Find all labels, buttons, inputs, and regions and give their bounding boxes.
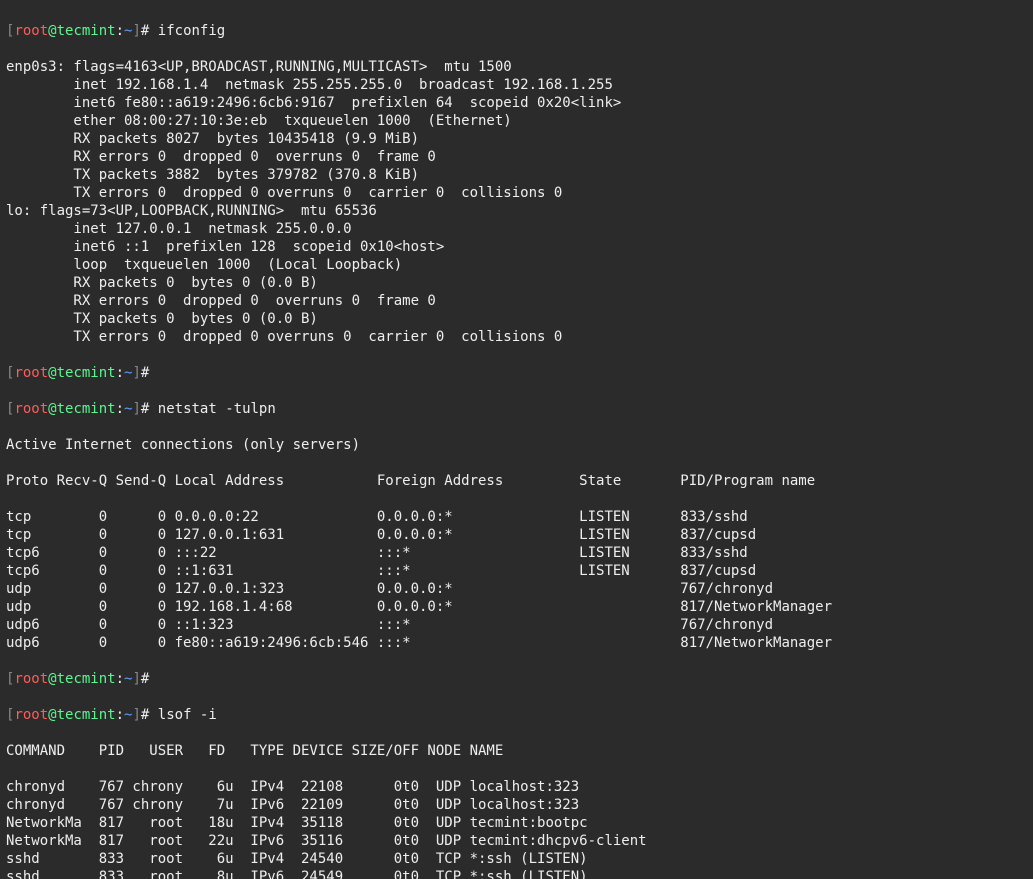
ifconfig-line: TX errors 0 dropped 0 overruns 0 carrier… bbox=[6, 184, 1027, 202]
ifconfig-line: ether 08:00:27:10:3e:eb txqueuelen 1000 … bbox=[6, 112, 1027, 130]
lsof-row: chronyd 767 chrony 6u IPv4 22108 0t0 UDP… bbox=[6, 778, 1027, 796]
ifconfig-line: RX packets 8027 bytes 10435418 (9.9 MiB) bbox=[6, 130, 1027, 148]
netstat-row: udp 0 0 127.0.0.1:323 0.0.0.0:* 767/chro… bbox=[6, 580, 1027, 598]
ifconfig-line: enp0s3: flags=4163<UP,BROADCAST,RUNNING,… bbox=[6, 58, 1027, 76]
prompt-at: @ bbox=[48, 23, 56, 39]
ifconfig-line: TX errors 0 dropped 0 overruns 0 carrier… bbox=[6, 328, 1027, 346]
command-lsof: lsof -i bbox=[158, 707, 217, 723]
netstat-row: udp6 0 0 fe80::a619:2496:6cb:546 :::* 81… bbox=[6, 634, 1027, 652]
prompt-host: tecmint bbox=[57, 23, 116, 39]
netstat-row: tcp 0 0 127.0.0.1:631 0.0.0.0:* LISTEN 8… bbox=[6, 526, 1027, 544]
netstat-output: tcp 0 0 0.0.0.0:22 0.0.0.0:* LISTEN 833/… bbox=[6, 508, 1027, 652]
ifconfig-line: inet 192.168.1.4 netmask 255.255.255.0 b… bbox=[6, 76, 1027, 94]
lsof-row: sshd 833 root 8u IPv6 24549 0t0 TCP *:ss… bbox=[6, 868, 1027, 879]
ifconfig-line: inet6 fe80::a619:2496:6cb6:9167 prefixle… bbox=[6, 94, 1027, 112]
netstat-columns: Proto Recv-Q Send-Q Local Address Foreig… bbox=[6, 472, 1027, 490]
ifconfig-line: TX packets 3882 bytes 379782 (370.8 KiB) bbox=[6, 166, 1027, 184]
netstat-row: tcp6 0 0 ::1:631 :::* LISTEN 837/cupsd bbox=[6, 562, 1027, 580]
netstat-row: udp6 0 0 ::1:323 :::* 767/chronyd bbox=[6, 616, 1027, 634]
ifconfig-line: inet 127.0.0.1 netmask 255.0.0.0 bbox=[6, 220, 1027, 238]
ifconfig-line: RX packets 0 bytes 0 (0.0 B) bbox=[6, 274, 1027, 292]
prompt-user: root bbox=[14, 23, 48, 39]
command-netstat: netstat -tulpn bbox=[158, 401, 276, 417]
netstat-header: Active Internet connections (only server… bbox=[6, 436, 1027, 454]
prompt-line-3: [root@tecmint:~]# netstat -tulpn bbox=[6, 400, 1027, 418]
prompt-line-5: [root@tecmint:~]# lsof -i bbox=[6, 706, 1027, 724]
prompt-hash: # bbox=[141, 23, 158, 39]
prompt-line-1: [root@tecmint:~]# ifconfig bbox=[6, 22, 1027, 40]
lsof-columns: COMMAND PID USER FD TYPE DEVICE SIZE/OFF… bbox=[6, 742, 1027, 760]
ifconfig-line: TX packets 0 bytes 0 (0.0 B) bbox=[6, 310, 1027, 328]
ifconfig-line: lo: flags=73<UP,LOOPBACK,RUNNING> mtu 65… bbox=[6, 202, 1027, 220]
ifconfig-line: RX errors 0 dropped 0 overruns 0 frame 0 bbox=[6, 292, 1027, 310]
bracket-close: ] bbox=[132, 23, 140, 39]
prompt-line-2: [root@tecmint:~]# bbox=[6, 364, 1027, 382]
lsof-row: NetworkMa 817 root 22u IPv6 35116 0t0 UD… bbox=[6, 832, 1027, 850]
prompt-line-4: [root@tecmint:~]# bbox=[6, 670, 1027, 688]
netstat-row: udp 0 0 192.168.1.4:68 0.0.0.0:* 817/Net… bbox=[6, 598, 1027, 616]
netstat-row: tcp6 0 0 :::22 :::* LISTEN 833/sshd bbox=[6, 544, 1027, 562]
terminal-output[interactable]: [root@tecmint:~]# ifconfig enp0s3: flags… bbox=[0, 0, 1033, 879]
lsof-row: chronyd 767 chrony 7u IPv6 22109 0t0 UDP… bbox=[6, 796, 1027, 814]
ifconfig-line: loop txqueuelen 1000 (Local Loopback) bbox=[6, 256, 1027, 274]
prompt-colon: : bbox=[116, 23, 124, 39]
ifconfig-line: RX errors 0 dropped 0 overruns 0 frame 0 bbox=[6, 148, 1027, 166]
lsof-output: chronyd 767 chrony 6u IPv4 22108 0t0 UDP… bbox=[6, 778, 1027, 879]
ifconfig-line: inet6 ::1 prefixlen 128 scopeid 0x10<hos… bbox=[6, 238, 1027, 256]
netstat-row: tcp 0 0 0.0.0.0:22 0.0.0.0:* LISTEN 833/… bbox=[6, 508, 1027, 526]
lsof-row: NetworkMa 817 root 18u IPv4 35118 0t0 UD… bbox=[6, 814, 1027, 832]
lsof-row: sshd 833 root 6u IPv4 24540 0t0 TCP *:ss… bbox=[6, 850, 1027, 868]
ifconfig-output: enp0s3: flags=4163<UP,BROADCAST,RUNNING,… bbox=[6, 58, 1027, 346]
command-ifconfig: ifconfig bbox=[158, 23, 225, 39]
